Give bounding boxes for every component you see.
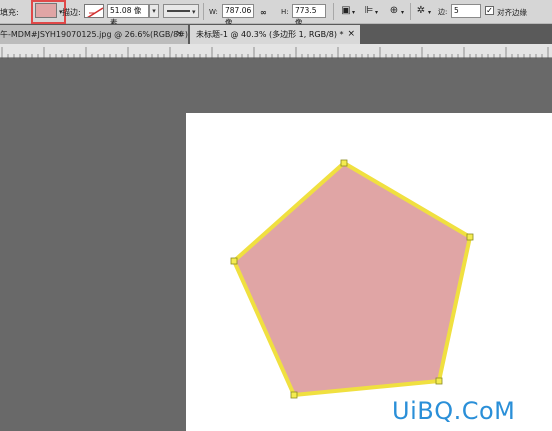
anchor-point[interactable] [230, 257, 238, 265]
pentagon-fill[interactable] [231, 160, 473, 398]
svg-text:▾: ▾ [192, 8, 196, 16]
fill-label: 填充: [0, 7, 19, 17]
separator [410, 3, 411, 20]
watermark: UiBQ.CoM [392, 397, 516, 425]
tab-document-jpg[interactable]: 午-MDM#JSYH19070125.jpg @ 26.6%(RGB/8#) × [0, 25, 188, 44]
ruler-ticks [1, 47, 549, 59]
path-operations-icon[interactable]: ▣ [339, 4, 353, 18]
separator [333, 3, 334, 20]
path-arrangement-icon[interactable]: ⊕ [387, 4, 401, 18]
dropdown-arrow-icon[interactable]: ▾ [428, 0, 431, 24]
width-label: W: [209, 8, 218, 16]
stroke-width-field[interactable]: 51.08 像素 [107, 4, 149, 27]
anchor-point[interactable] [435, 377, 443, 385]
dropdown-arrow-icon[interactable]: ▾ [401, 0, 404, 24]
align-edges-label: 对齐边缘 [497, 7, 527, 17]
align-edges-checkbox[interactable]: ✓ [485, 6, 494, 15]
document-canvas[interactable] [186, 113, 552, 431]
anchor-point[interactable] [290, 391, 298, 399]
pentagon-shape[interactable] [186, 113, 552, 431]
separator [203, 3, 204, 20]
sides-field[interactable]: 5 [451, 4, 481, 18]
path-alignment-icon[interactable]: ⊫ [362, 4, 376, 18]
stroke-preview-icon [87, 7, 103, 17]
sides-label: 边: [438, 8, 448, 16]
height-field[interactable]: 773.5 像 [292, 4, 326, 27]
gear-icon[interactable]: ✲ [414, 4, 428, 18]
options-bar: 填充: ▾ 描边: 51.08 像素 ▾ ▾ W: 787.06 像 ∞ H: … [0, 0, 552, 27]
stroke-line-icon: ▾ [167, 8, 196, 16]
tab-document-untitled[interactable]: 未标题-1 @ 40.3% (多边形 1, RGB/8) * × [190, 25, 360, 44]
horizontal-ruler[interactable] [0, 44, 552, 59]
dropdown-arrow-icon[interactable]: ▾ [352, 0, 355, 24]
width-field[interactable]: 787.06 像 [222, 4, 254, 27]
tab-label: 未标题-1 @ 40.3% (多边形 1, RGB/8) * [196, 30, 344, 39]
stroke-type-dropdown[interactable]: ▾ [163, 4, 199, 18]
anchor-point[interactable] [466, 233, 474, 241]
close-icon[interactable]: × [347, 25, 355, 44]
close-icon[interactable]: × [175, 25, 183, 44]
anchor-point[interactable] [340, 159, 348, 167]
document-tab-bar: 午-MDM#JSYH19070125.jpg @ 26.6%(RGB/8#) ×… [0, 24, 552, 44]
link-icon[interactable]: ∞ [260, 0, 267, 24]
stroke-color-swatch[interactable] [84, 4, 104, 18]
height-label: H: [281, 8, 289, 16]
stroke-width-dropdown[interactable]: ▾ [149, 4, 159, 18]
stroke-label: 描边: [62, 7, 81, 17]
dropdown-arrow-icon[interactable]: ▾ [375, 0, 378, 24]
tab-label: 午-MDM#JSYH19070125.jpg @ 26.6%(RGB/8#) [0, 30, 188, 39]
